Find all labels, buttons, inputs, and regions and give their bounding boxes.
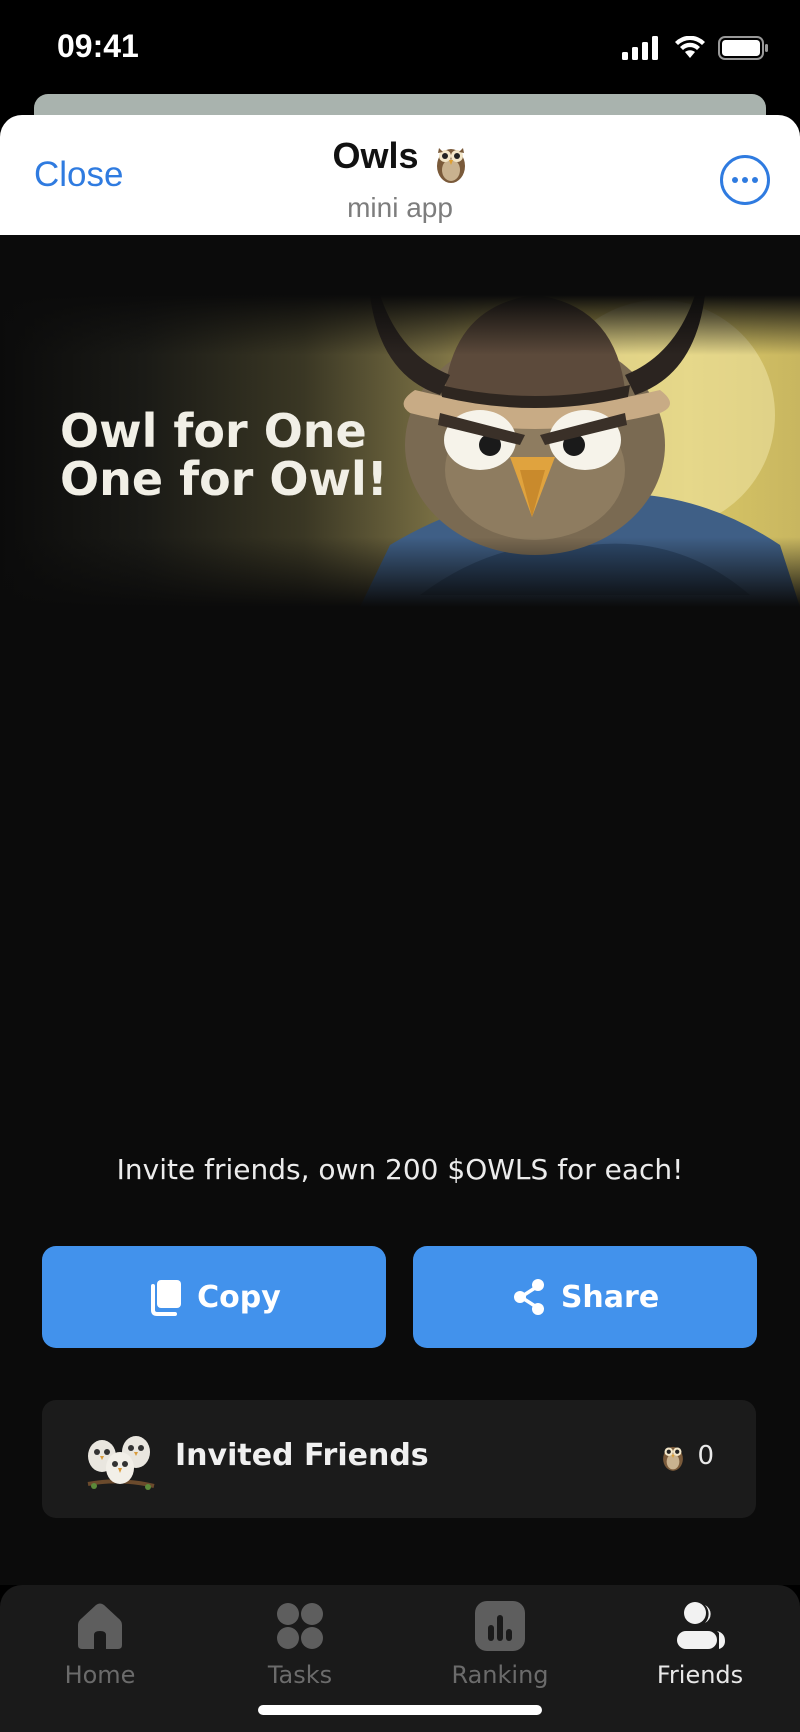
banner-line-2: One for Owl! (60, 452, 388, 506)
title-group: Owls mini app (0, 135, 800, 224)
app-title: Owls (332, 135, 419, 176)
main-content: Owl for One One for Owl! Invite friends,… (0, 235, 800, 1585)
copy-icon (151, 1280, 182, 1316)
nav-home-label: Home (64, 1661, 136, 1689)
copy-label: Copy (197, 1279, 281, 1315)
nav-ranking[interactable]: Ranking (400, 1601, 600, 1689)
invited-friends-card[interactable]: Invited Friends 0 (42, 1400, 756, 1518)
nav-home[interactable]: Home (0, 1601, 200, 1689)
nav-friends[interactable]: Friends (600, 1601, 800, 1689)
invited-count-group: 0 (661, 1440, 714, 1472)
more-dot (742, 177, 748, 183)
mini-app-header: Close Owls mini app (0, 115, 800, 235)
banner-fade-top (0, 295, 800, 355)
banner-slogan: Owl for One One for Owl! (60, 407, 388, 503)
home-indicator (258, 1705, 542, 1715)
cellular-signal-icon (622, 36, 658, 60)
owl-icon (663, 1446, 684, 1471)
copy-button[interactable]: Copy (42, 1246, 386, 1348)
owl-icon (434, 140, 468, 188)
battery-icon (718, 36, 768, 60)
share-icon (513, 1279, 544, 1315)
hero-banner: Owl for One One for Owl! (0, 295, 800, 607)
friends-icon (677, 1602, 725, 1649)
share-button[interactable]: Share (413, 1246, 757, 1348)
more-dot (752, 177, 758, 183)
owl-group-icon (87, 1436, 155, 1490)
home-icon (78, 1603, 122, 1649)
app-subtitle: mini app (347, 191, 453, 223)
more-dot (732, 177, 738, 183)
invite-description: Invite friends, own 200 $OWLS for each! (116, 1153, 684, 1186)
nav-ranking-label: Ranking (451, 1661, 549, 1689)
banner-line-1: Owl for One (60, 404, 367, 458)
ranking-icon (475, 1601, 525, 1651)
status-time: 09:41 (57, 28, 139, 64)
status-bar: 09:41 (0, 0, 800, 100)
share-label: Share (560, 1279, 660, 1315)
tasks-icon (277, 1603, 323, 1649)
wifi-icon (675, 36, 705, 58)
more-options-button[interactable] (720, 155, 770, 205)
status-icons (622, 36, 770, 60)
nav-friends-label: Friends (656, 1661, 744, 1689)
nav-tasks-label: Tasks (267, 1661, 333, 1689)
nav-tasks[interactable]: Tasks (200, 1601, 400, 1689)
invited-count: 0 (697, 1441, 714, 1471)
invited-friends-label: Invited Friends (175, 1438, 429, 1473)
banner-fade-bottom (0, 537, 800, 607)
